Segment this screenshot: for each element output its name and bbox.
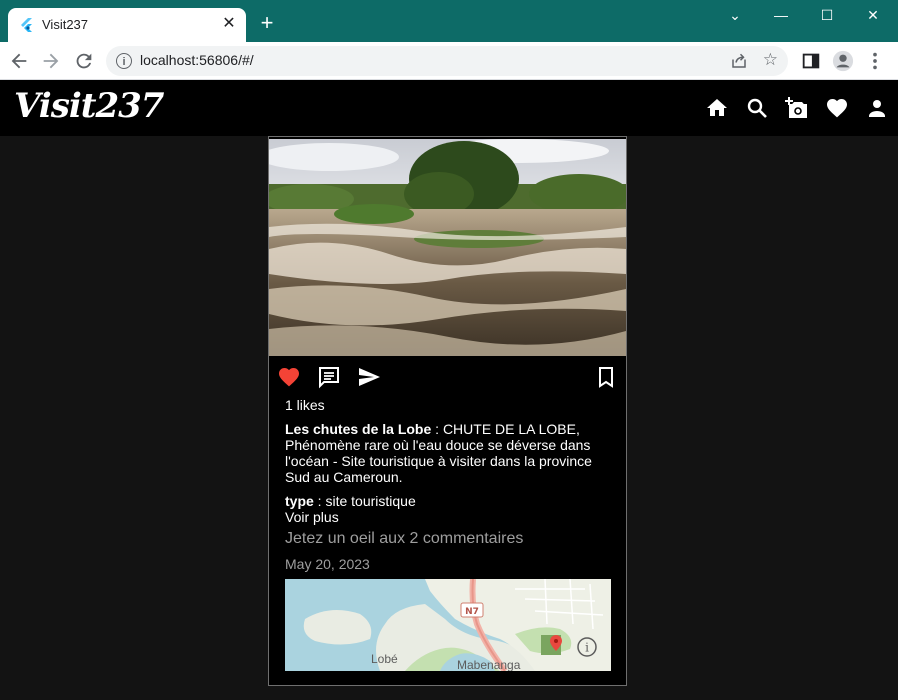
svg-text:i: i <box>585 641 589 655</box>
map-pin-icon[interactable] <box>541 635 562 655</box>
post-date: May 20, 2023 <box>285 556 370 572</box>
home-icon[interactable] <box>705 96 729 120</box>
app-logo[interactable]: Visit237 <box>14 86 164 126</box>
caption-separator: : <box>431 421 443 437</box>
new-tab-button[interactable]: + <box>256 12 278 34</box>
flutter-icon <box>21 18 32 32</box>
close-window-button[interactable]: ✕ <box>850 4 896 26</box>
share-icon[interactable] <box>730 52 748 70</box>
type-value: site touristique <box>325 493 416 509</box>
back-icon[interactable] <box>8 50 30 72</box>
browser-window: Visit237 ✕ + ⌄ — ☐ ✕ i localhost:56806/#… <box>0 0 898 700</box>
place-label-mabenanga: Mabenanga <box>457 658 521 671</box>
likes-count: 1 likes <box>285 397 325 413</box>
bookmark-icon[interactable] <box>594 365 618 389</box>
maximize-button[interactable]: ☐ <box>804 4 850 26</box>
tab-title: Visit237 <box>42 17 89 32</box>
type-label: type <box>285 493 314 509</box>
profile-icon[interactable] <box>832 50 854 72</box>
comment-icon[interactable] <box>317 365 341 389</box>
post-actions <box>269 365 626 391</box>
person-icon[interactable] <box>865 96 889 120</box>
type-separator: : <box>313 493 326 509</box>
url-bar[interactable]: i localhost:56806/#/ ☆ <box>106 46 788 76</box>
waterfall-photo[interactable] <box>269 139 626 356</box>
map-canvas: N7 Lobé Mabenanga i <box>285 579 611 671</box>
post-title: Les chutes de la Lobe <box>285 421 432 437</box>
send-icon[interactable] <box>357 365 381 389</box>
tab-close-icon[interactable]: ✕ <box>220 15 238 33</box>
road-label: N7 <box>465 607 479 617</box>
forward-icon[interactable] <box>40 50 62 72</box>
browser-tab[interactable]: Visit237 ✕ <box>8 8 246 42</box>
minimize-button[interactable]: — <box>758 4 804 26</box>
place-label-lobe: Lobé <box>371 652 398 666</box>
post-card: 1 likes Les chutes de la Lobe : CHUTE DE… <box>268 136 627 686</box>
heart-icon[interactable] <box>825 96 849 120</box>
like-heart-icon[interactable] <box>277 365 301 389</box>
post-type: type : site touristique <box>285 493 416 509</box>
see-more-link[interactable]: Voir plus <box>285 509 339 525</box>
view-comments-link[interactable]: Jetez un oeil aux 2 commentaires <box>285 530 523 548</box>
app-bar: Visit237 <box>0 80 898 136</box>
tab-strip: Visit237 ✕ + ⌄ — ☐ ✕ <box>0 0 898 42</box>
location-map[interactable]: N7 Lobé Mabenanga i <box>285 579 611 671</box>
site-info-icon[interactable]: i <box>116 53 132 69</box>
reload-icon[interactable] <box>73 50 95 72</box>
search-icon[interactable] <box>745 96 769 120</box>
menu-kebab-icon[interactable] <box>864 50 886 72</box>
post-caption: Les chutes de la Lobe : CHUTE DE LA LOBE… <box>285 421 605 485</box>
side-panel-icon[interactable] <box>800 50 822 72</box>
add-photo-icon[interactable] <box>785 96 809 120</box>
tab-search-button[interactable]: ⌄ <box>712 4 758 26</box>
url-text[interactable]: localhost:56806/#/ <box>140 52 254 68</box>
address-toolbar: i localhost:56806/#/ ☆ <box>0 42 898 80</box>
bookmark-star-icon[interactable]: ☆ <box>763 50 778 70</box>
